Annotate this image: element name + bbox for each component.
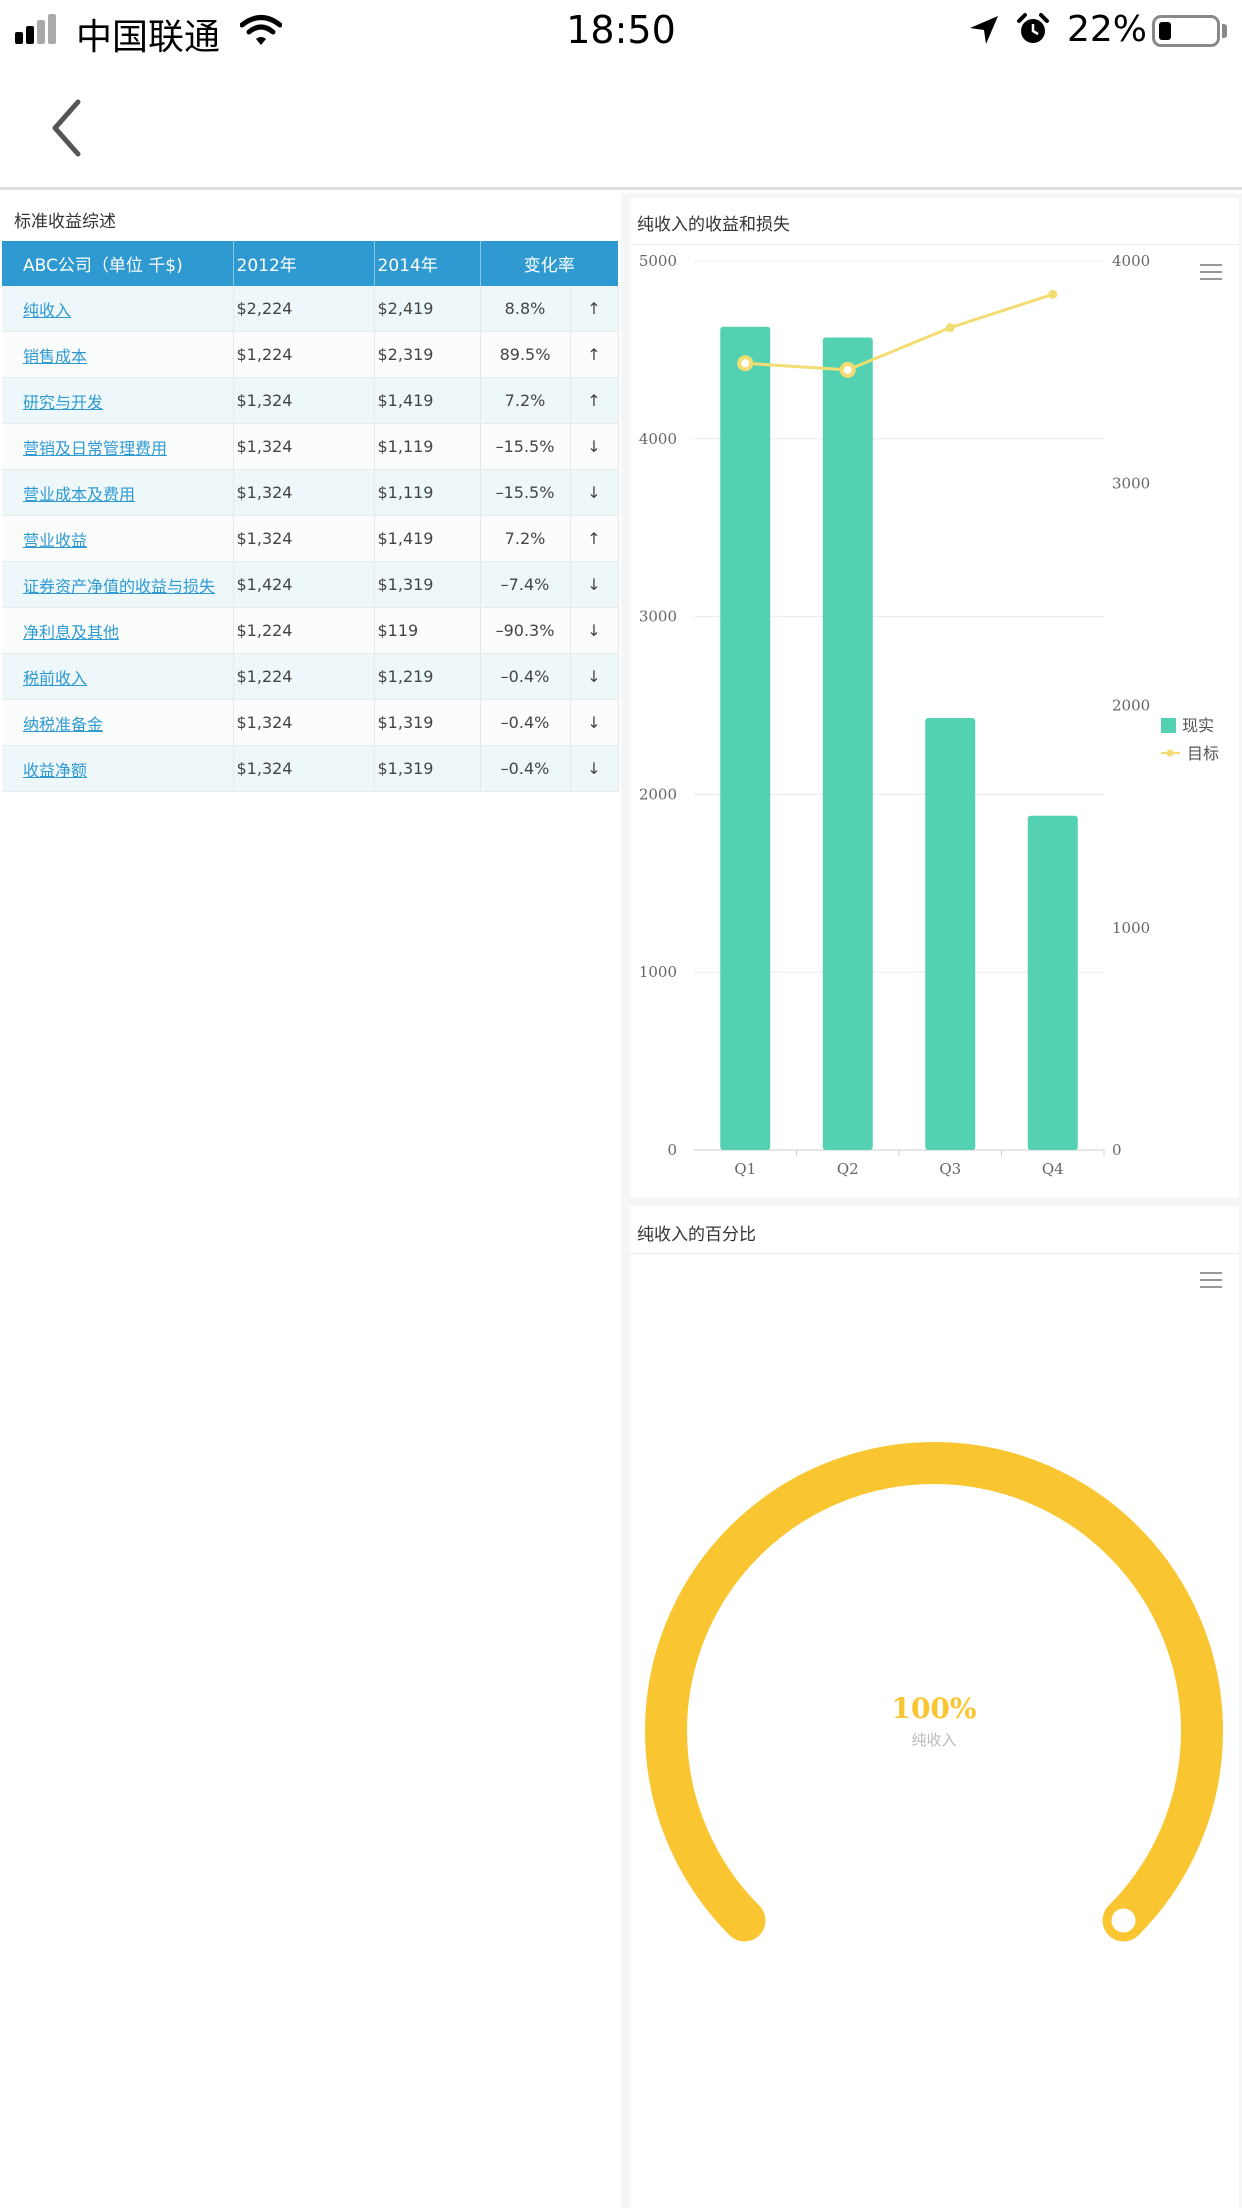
cell-2012: $1,424: [233, 561, 375, 608]
cell-2012: $2,224: [233, 286, 375, 332]
battery-percent: 22%: [1067, 9, 1148, 50]
row-name-cell: 净利息及其他: [2, 607, 234, 654]
arrow-up-icon: ↑: [570, 286, 619, 332]
cell-rate: 8.8%: [480, 286, 571, 332]
row-name-cell: 税前收入: [2, 653, 234, 700]
row-name-cell: 营销及日常管理费用: [2, 423, 234, 470]
chevron-left-icon[interactable]: [40, 92, 100, 162]
arrow-down-icon: ↓: [570, 699, 619, 746]
cell-2012: $1,324: [233, 515, 375, 562]
alarm-icon: [1017, 13, 1049, 43]
row-name-link[interactable]: 营销及日常管理费用: [23, 439, 167, 458]
row-name-cell: 证券资产净值的收益与损失: [2, 561, 234, 608]
bar-chart-title: 纯收入的收益和损失: [637, 215, 790, 235]
cell-rate: 89.5%: [480, 331, 571, 378]
cell-2014: $1,319: [374, 745, 481, 792]
menu-icon[interactable]: [1200, 264, 1222, 280]
cell-rate: –7.4%: [480, 561, 571, 608]
cell-rate: –0.4%: [480, 745, 571, 792]
cell-2014: $1,419: [374, 377, 481, 424]
cell-2012: $1,324: [233, 699, 375, 746]
table-row: 研究与开发 $1,324 $1,419 7.2% ↑: [2, 377, 619, 424]
col-header-company[interactable]: ABC公司（单位 千$): [2, 241, 234, 286]
income-table: ABC公司（单位 千$) 2012年 2014年 变化率 纯收入 $2,224 $2…: [2, 241, 619, 792]
row-name-link[interactable]: 营业成本及费用: [23, 485, 135, 504]
row-name-link[interactable]: 纯收入: [23, 301, 71, 320]
cell-rate: 7.2%: [480, 515, 571, 562]
row-name-link[interactable]: 税前收入: [23, 669, 87, 688]
row-name-cell: 营业成本及费用: [2, 469, 234, 516]
cell-2012: $1,324: [233, 745, 375, 792]
cell-2014: $1,419: [374, 515, 481, 562]
cell-2014: $2,319: [374, 331, 481, 378]
cell-2012: $1,224: [233, 331, 375, 378]
arrow-down-icon: ↓: [570, 653, 619, 700]
table-row: 净利息及其他 $1,224 $119 –90.3% ↓: [2, 607, 619, 654]
cell-2012: $1,224: [233, 653, 375, 700]
cell-2014: $1,219: [374, 653, 481, 700]
row-name-link[interactable]: 研究与开发: [23, 393, 103, 412]
row-name-cell: 纯收入: [2, 286, 234, 332]
row-name-link[interactable]: 净利息及其他: [23, 623, 119, 642]
table-row: 营业成本及费用 $1,324 $1,119 –15.5% ↓: [2, 469, 619, 516]
row-name-cell: 纳税准备金: [2, 699, 234, 746]
cell-rate: 7.2%: [480, 377, 571, 424]
arrow-down-icon: ↓: [570, 469, 619, 516]
cell-2014: $2,419: [374, 286, 481, 332]
arrow-up-icon: ↑: [570, 515, 619, 562]
gauge-panel: [630, 1206, 1239, 2208]
arrow-up-icon: ↑: [570, 377, 619, 424]
arrow-down-icon: ↓: [570, 607, 619, 654]
table-row: 证券资产净值的收益与损失 $1,424 $1,319 –7.4% ↓: [2, 561, 619, 608]
location-icon: [970, 16, 998, 44]
cell-2012: $1,324: [233, 423, 375, 470]
table-panel-title: 标准收益综述: [14, 212, 116, 232]
cell-rate: –0.4%: [480, 653, 571, 700]
table-row: 税前收入 $1,224 $1,219 –0.4% ↓: [2, 653, 619, 700]
col-header-2012[interactable]: 2012年: [233, 241, 375, 286]
arrow-down-icon: ↓: [570, 561, 619, 608]
row-name-link[interactable]: 收益净额: [23, 761, 87, 780]
row-name-link[interactable]: 证券资产净值的收益与损失: [23, 577, 215, 596]
row-name-cell: 销售成本: [2, 331, 234, 378]
cell-2012: $1,224: [233, 607, 375, 654]
table-header-row: ABC公司（单位 千$) 2012年 2014年 变化率: [2, 241, 618, 286]
table-row: 营业收益 $1,324 $1,419 7.2% ↑: [2, 515, 619, 562]
cell-2014: $1,119: [374, 423, 481, 470]
table-row: 收益净额 $1,324 $1,319 –0.4% ↓: [2, 745, 619, 792]
bar-chart-panel: [630, 198, 1239, 1197]
table-row: 营销及日常管理费用 $1,324 $1,119 –15.5% ↓: [2, 423, 619, 470]
menu-icon[interactable]: [1200, 1272, 1222, 1288]
col-header-rate[interactable]: 变化率: [480, 241, 618, 286]
battery-icon: [1152, 15, 1220, 47]
row-name-link[interactable]: 销售成本: [23, 347, 87, 366]
row-name-link[interactable]: 纳税准备金: [23, 715, 103, 734]
table-row: 销售成本 $1,224 $2,319 89.5% ↑: [2, 331, 619, 378]
cell-rate: –15.5%: [480, 423, 571, 470]
cell-rate: –15.5%: [480, 469, 571, 516]
cell-2014: $119: [374, 607, 481, 654]
cell-2014: $1,319: [374, 699, 481, 746]
arrow-down-icon: ↓: [570, 423, 619, 470]
row-name-cell: 研究与开发: [2, 377, 234, 424]
arrow-up-icon: ↑: [570, 331, 619, 378]
table-row: 纳税准备金 $1,324 $1,319 –0.4% ↓: [2, 699, 619, 746]
cell-rate: –90.3%: [480, 607, 571, 654]
cell-rate: –0.4%: [480, 699, 571, 746]
arrow-down-icon: ↓: [570, 745, 619, 792]
col-header-2014[interactable]: 2014年: [374, 241, 481, 286]
gauge-title: 纯收入的百分比: [637, 1225, 756, 1245]
cell-2012: $1,324: [233, 469, 375, 516]
cell-2014: $1,119: [374, 469, 481, 516]
nav-bar: [0, 62, 1242, 190]
cell-2012: $1,324: [233, 377, 375, 424]
status-bar: 中国联通 18:50 22%: [0, 0, 1242, 62]
clock: 18:50: [566, 8, 676, 52]
table-row: 纯收入 $2,224 $2,419 8.8% ↑: [2, 286, 619, 332]
cell-2014: $1,319: [374, 561, 481, 608]
row-name-link[interactable]: 营业收益: [23, 531, 87, 550]
row-name-cell: 营业收益: [2, 515, 234, 562]
row-name-cell: 收益净额: [2, 745, 234, 792]
